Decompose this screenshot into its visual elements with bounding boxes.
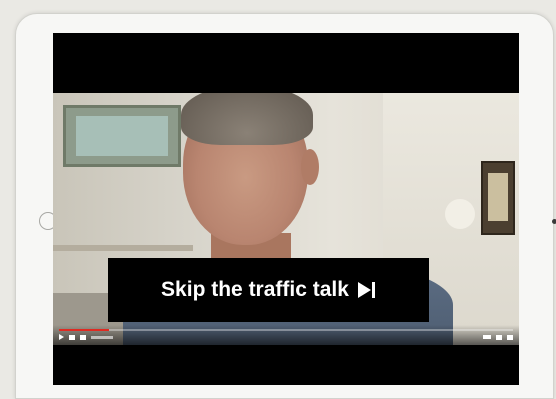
background-cabinet [63,105,181,167]
hd-icon[interactable] [496,334,502,340]
volume-icon[interactable] [80,334,86,340]
background-picture-frame [481,161,515,235]
progress-bar[interactable] [59,329,513,331]
settings-icon[interactable] [483,335,491,339]
next-icon[interactable] [69,334,75,340]
person-ear [301,149,319,185]
controls-right [483,333,513,341]
video-frame[interactable]: Skip the traffic talk [53,93,519,345]
controls-left [59,333,113,341]
background-lamp [445,199,475,229]
fullscreen-icon[interactable] [507,334,513,340]
video-controls-bar [53,325,519,345]
skip-button[interactable]: Skip the traffic talk [108,258,429,322]
background-shelf [53,245,193,251]
person-hair [181,93,313,145]
video-player[interactable]: Skip the traffic talk [53,33,519,385]
time-display [91,335,113,339]
camera-icon [552,219,556,224]
skip-button-label: Skip the traffic talk [161,278,349,301]
play-icon[interactable] [59,334,64,340]
skip-forward-icon [357,282,376,298]
progress-fill [59,329,109,331]
